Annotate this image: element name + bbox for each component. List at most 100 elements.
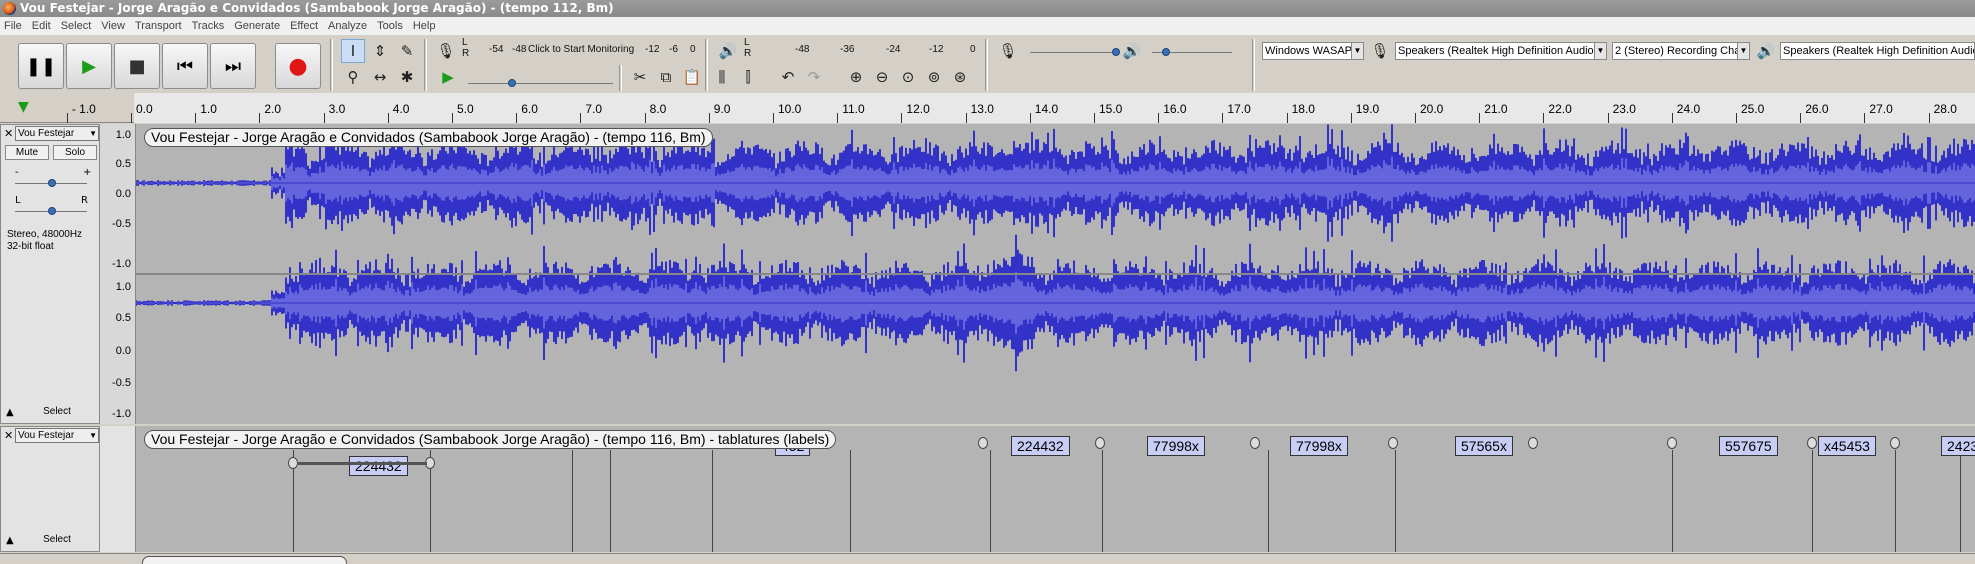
- label-box[interactable]: 77998x: [1147, 436, 1205, 456]
- gain-knob[interactable]: [48, 179, 56, 187]
- close-icon[interactable]: ✕: [4, 429, 13, 442]
- play-button[interactable]: ▶: [66, 43, 112, 89]
- recording-device-select[interactable]: Speakers (Realtek High Definition Audio)…: [1395, 42, 1607, 60]
- record-meter-prompt[interactable]: Click to Start Monitoring: [528, 44, 634, 55]
- multi-tool[interactable]: ✱: [395, 65, 419, 89]
- label-handle[interactable]: [1890, 437, 1900, 449]
- scissors-icon: ✂: [633, 68, 647, 86]
- trim-button[interactable]: ⫼: [710, 65, 734, 89]
- silence-button[interactable]: ⫿: [736, 65, 760, 89]
- play-meter-button[interactable]: 🔊: [716, 39, 740, 63]
- next-clip-title[interactable]: [142, 556, 347, 564]
- playback-volume-knob[interactable]: [1162, 48, 1170, 56]
- label-boundary-line[interactable]: [1268, 450, 1269, 552]
- menu-transport[interactable]: Transport: [135, 20, 182, 32]
- recording-volume-knob[interactable]: [1112, 48, 1120, 56]
- collapse-icon[interactable]: ▲: [6, 407, 14, 418]
- toolbar-separator: [705, 39, 708, 91]
- menu-analyze[interactable]: Analyze: [328, 20, 367, 32]
- timeline-scale[interactable]: - 1.0 0.0 1.0 2.0 3.0 4.0 5.0 6.0 7.0 8.0 9.0 10.0 1…: [66, 93, 1975, 123]
- zoom-tool[interactable]: ⚲: [341, 65, 365, 89]
- label-handle[interactable]: [1528, 437, 1538, 449]
- label-clip[interactable]: 43222443277998x77998x57565x557675x454532…: [136, 426, 1975, 552]
- pan-knob[interactable]: [48, 207, 56, 215]
- skip-end-button[interactable]: ⏭: [210, 43, 256, 89]
- play-speed-slider[interactable]: [468, 83, 613, 84]
- fit-project-button[interactable]: ⊚: [922, 65, 946, 89]
- play-at-speed-button[interactable]: ▶: [436, 65, 460, 89]
- menu-help[interactable]: Help: [413, 20, 436, 32]
- recording-channels-select[interactable]: 2 (Stereo) Recording Channels▼: [1612, 42, 1750, 60]
- cut-button[interactable]: ✂: [628, 65, 652, 89]
- label-boundary-line[interactable]: [712, 450, 713, 552]
- menu-tools[interactable]: Tools: [377, 20, 403, 32]
- recording-volume-slider[interactable]: [1030, 52, 1115, 53]
- menu-select[interactable]: Select: [61, 20, 92, 32]
- label-box[interactable]: 57565x: [1455, 436, 1513, 456]
- play-speed-knob[interactable]: [508, 79, 516, 87]
- playback-device-select[interactable]: Speakers (Realtek High Definition Audio): [1780, 42, 1975, 60]
- label-box[interactable]: 242322: [1941, 436, 1975, 456]
- label-boundary-line[interactable]: [990, 450, 991, 552]
- record-meter-button[interactable]: 🎙: [434, 39, 458, 63]
- zoom-toggle-button[interactable]: ⊛: [948, 65, 972, 89]
- clip-title[interactable]: Vou Festejar - Jorge Aragão e Convidados…: [144, 430, 837, 449]
- fit-selection-button[interactable]: ⊙: [896, 65, 920, 89]
- menu-file[interactable]: File: [4, 20, 22, 32]
- close-icon[interactable]: ✕: [4, 127, 13, 140]
- menu-view[interactable]: View: [101, 20, 125, 32]
- label-handle[interactable]: [978, 437, 988, 449]
- label-boundary-line[interactable]: [1895, 450, 1896, 552]
- label-box[interactable]: x45453: [1818, 436, 1876, 456]
- label-handle[interactable]: [1095, 437, 1105, 449]
- label-boundary-line[interactable]: [1672, 450, 1673, 552]
- mute-button[interactable]: Mute: [5, 145, 49, 160]
- time-shift-tool[interactable]: ↔: [368, 65, 392, 89]
- label-boundary-line[interactable]: [850, 450, 851, 552]
- select-track-button[interactable]: Select: [19, 405, 95, 420]
- selection-tool[interactable]: I: [341, 39, 365, 63]
- label-boundary-line[interactable]: [610, 450, 611, 552]
- label-boundary-line[interactable]: [1102, 450, 1103, 552]
- redo-button[interactable]: ↷: [802, 65, 826, 89]
- copy-button[interactable]: ⧉: [654, 65, 678, 89]
- label-handle[interactable]: [1667, 437, 1677, 449]
- audio-host-select[interactable]: Windows WASAPI ▼: [1262, 42, 1364, 60]
- track-name-menu[interactable]: Vou Festejar ▼: [15, 126, 99, 141]
- record-button[interactable]: ●: [275, 43, 321, 89]
- label-boundary-line[interactable]: [1395, 450, 1396, 552]
- select-track-button[interactable]: Select: [19, 533, 95, 548]
- solo-button[interactable]: Solo: [53, 145, 97, 160]
- collapse-icon[interactable]: ▲: [6, 535, 14, 546]
- label-box[interactable]: 224432: [349, 456, 408, 476]
- label-boundary-line[interactable]: [1812, 450, 1813, 552]
- label-region-bar[interactable]: [297, 462, 427, 465]
- clip-title[interactable]: Vou Festejar - Jorge Aragão e Convidados…: [144, 128, 713, 147]
- draw-tool[interactable]: ✎: [395, 39, 419, 63]
- label-handle[interactable]: [1250, 437, 1260, 449]
- envelope-tool[interactable]: ⇕: [368, 39, 392, 63]
- magnifier-icon: ⚲: [347, 68, 359, 86]
- zoom-in-button[interactable]: ⊕: [844, 65, 868, 89]
- menu-effect[interactable]: Effect: [290, 20, 318, 32]
- play-head-icon[interactable]: ▼: [18, 99, 29, 115]
- stop-button[interactable]: ■: [114, 43, 160, 89]
- menu-edit[interactable]: Edit: [32, 20, 51, 32]
- label-box[interactable]: 77998x: [1290, 436, 1348, 456]
- menu-generate[interactable]: Generate: [234, 20, 280, 32]
- label-box[interactable]: 224432: [1011, 436, 1070, 456]
- skip-start-button[interactable]: ⏮: [162, 43, 208, 89]
- label-handle[interactable]: [1388, 437, 1398, 449]
- zoom-out-button[interactable]: ⊖: [870, 65, 894, 89]
- audio-clip[interactable]: Vou Festejar - Jorge Aragão e Convidados…: [136, 124, 1975, 424]
- track-name-menu[interactable]: Vou Festejar ▼: [15, 428, 99, 443]
- menu-tracks[interactable]: Tracks: [192, 20, 225, 32]
- undo-button[interactable]: ↶: [776, 65, 800, 89]
- label-boundary-line[interactable]: [572, 450, 573, 552]
- paste-button[interactable]: 📋: [680, 65, 704, 89]
- timeline-ruler[interactable]: ▼ - 1.0 0.0 1.0 2.0 3.0 4.0 5.0 6.0 7.0 8.0 9.0 10.…: [0, 93, 1975, 123]
- label-box[interactable]: 557675: [1719, 436, 1778, 456]
- label-handle[interactable]: [1807, 437, 1817, 449]
- label-boundary-line[interactable]: [1960, 450, 1961, 552]
- pause-button[interactable]: ❚❚: [18, 43, 64, 89]
